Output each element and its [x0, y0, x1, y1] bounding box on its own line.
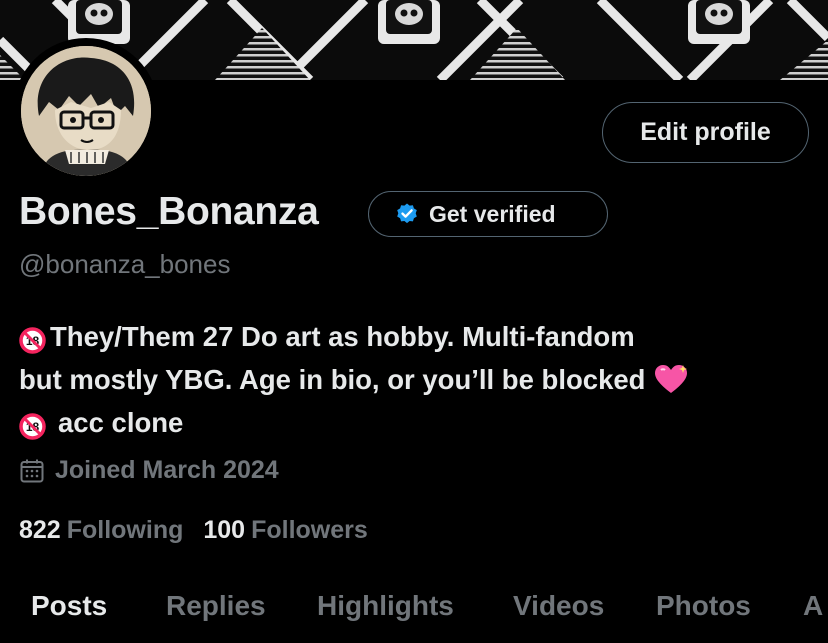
- profile-page: Edit profile Bones_Bonanza Get verified …: [0, 0, 828, 643]
- profile-bio: 18 They/Them 27 Do art as hobby. Multi-f…: [19, 315, 819, 444]
- joined-date: Joined March 2024: [19, 456, 279, 485]
- following-link[interactable]: 822 Following: [19, 516, 183, 545]
- follow-stats: 822 Following 100 Followers: [19, 516, 368, 545]
- get-verified-label: Get verified: [429, 200, 556, 227]
- followers-link[interactable]: 100 Followers: [203, 516, 367, 545]
- tab-highlights[interactable]: Highlights: [317, 590, 454, 622]
- bio-text-3: acc clone: [58, 407, 184, 438]
- no-under-18-emoji: 18: [19, 323, 46, 354]
- avatar-image: [21, 46, 151, 176]
- no-under-18-emoji: 18: [19, 409, 46, 440]
- followers-count: 100: [203, 516, 246, 544]
- sparkling-heart-emoji: [653, 364, 689, 396]
- bio-line-1: 18 They/Them 27 Do art as hobby. Multi-f…: [19, 315, 819, 358]
- following-label: Following: [66, 516, 184, 544]
- tab-photos[interactable]: Photos: [656, 590, 751, 622]
- get-verified-button[interactable]: Get verified: [368, 191, 608, 237]
- username-handle: @bonanza_bones: [19, 249, 231, 279]
- bio-text-2: but mostly YBG. Age in bio, or you’ll be…: [19, 364, 646, 395]
- following-count: 822: [19, 516, 61, 544]
- joined-label: Joined March 2024: [55, 456, 279, 484]
- bio-text-1: They/Them 27 Do art as hobby. Multi-fand…: [50, 321, 635, 352]
- tab-replies[interactable]: Replies: [166, 590, 266, 622]
- tab-posts[interactable]: Posts: [31, 590, 107, 622]
- verified-badge-icon: [395, 202, 419, 226]
- profile-tabs: Posts Replies Highlights Videos Photos A: [0, 582, 828, 643]
- edit-profile-label: Edit profile: [640, 118, 771, 146]
- bio-line-3: 18 acc clone: [19, 401, 819, 444]
- tab-articles[interactable]: A: [803, 590, 823, 622]
- calendar-icon: [19, 458, 45, 484]
- bio-line-2: but mostly YBG. Age in bio, or you’ll be…: [19, 358, 819, 401]
- edit-profile-button[interactable]: Edit profile: [602, 102, 809, 163]
- display-name: Bones_Bonanza: [19, 190, 319, 233]
- avatar[interactable]: [13, 38, 159, 184]
- followers-label: Followers: [251, 516, 368, 544]
- tab-videos[interactable]: Videos: [513, 590, 604, 622]
